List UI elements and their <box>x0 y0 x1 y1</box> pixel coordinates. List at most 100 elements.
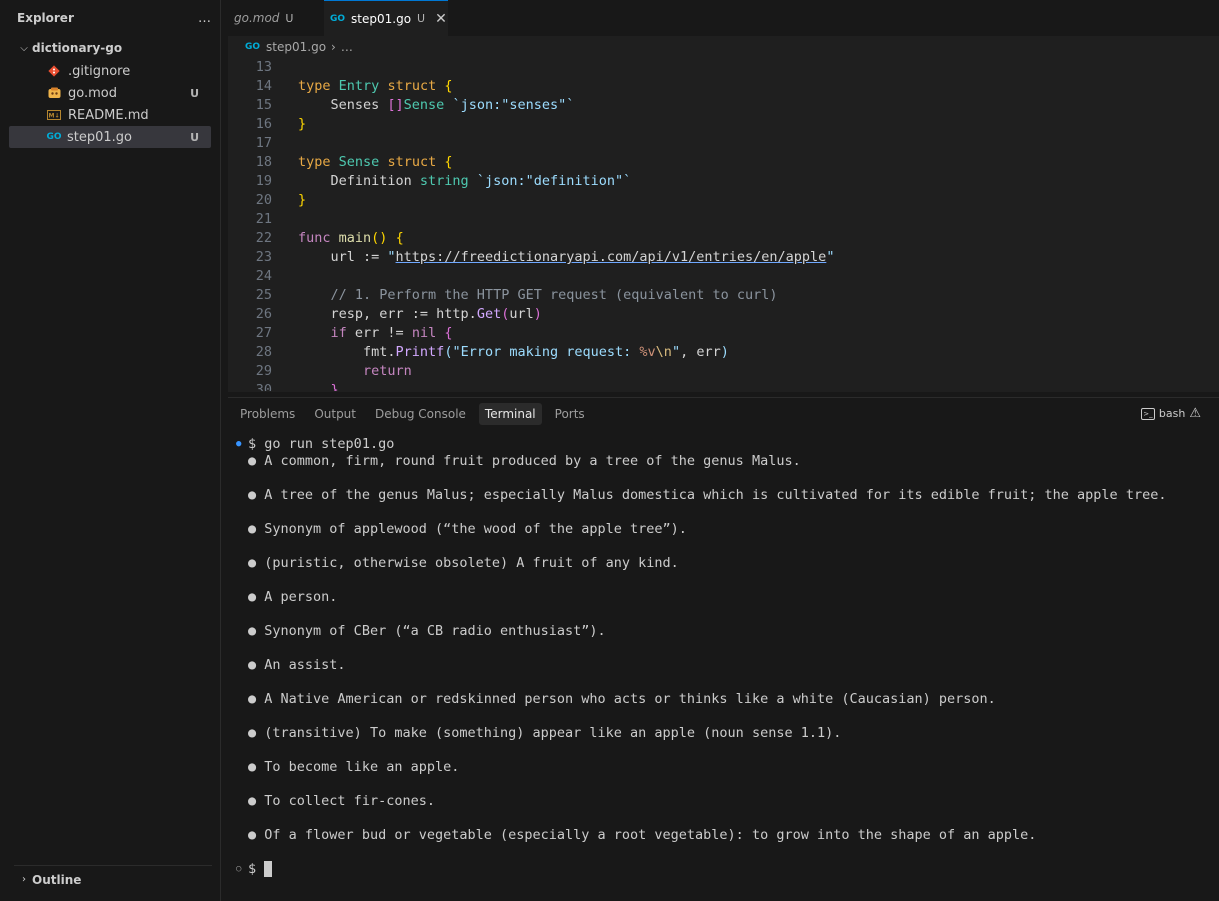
definition-text: Of a flower bud or vegetable (especially… <box>264 827 1037 843</box>
bullet: ● <box>248 657 257 673</box>
code-line: 18 type Sense struct { <box>255 154 453 170</box>
explorer-sidebar: Explorer … ⌵ dictionary-go .gitignore go… <box>0 0 221 901</box>
markdown-icon: M↓ <box>47 108 61 122</box>
tab-go-mod[interactable]: go.mod U <box>228 0 324 36</box>
svg-text:M↓: M↓ <box>49 113 60 120</box>
tab-status-badge: U <box>285 11 294 25</box>
terminal-output[interactable]: ● $ go run step01.go ● A common, firm, ro… <box>236 436 1166 878</box>
definition-line: ● To collect fir-cones. <box>236 793 1166 810</box>
code-editor[interactable]: 13 14 type Entry struct { 15 Senses [] Sen… <box>228 58 1219 391</box>
code-line: 30 } <box>255 382 339 391</box>
code-line: 19 Definition string `json:"definition"` <box>255 173 632 189</box>
warning-icon: ⚠ <box>1189 406 1201 421</box>
gutter <box>236 657 248 674</box>
code-line: 13 <box>255 59 272 75</box>
prompt: $ <box>248 436 257 452</box>
panel-tabbar: Problems Output Debug Console Terminal P… <box>228 398 1219 430</box>
outline-section[interactable]: › Outline <box>14 865 212 893</box>
bullet: ● <box>248 487 257 503</box>
file-item-gitignore[interactable]: .gitignore <box>9 60 211 82</box>
file-item-step01-go[interactable]: GO step01.go U <box>9 126 211 148</box>
terminal-instance[interactable]: >_ bash ⚠ <box>1140 406 1201 421</box>
terminal-prompt-line: ○ $ <box>236 861 1166 878</box>
code-line: 15 Senses [] Sense `json:"senses"` <box>255 97 575 113</box>
definition-text: To become like an apple. <box>264 759 460 775</box>
bottom-panel: Problems Output Debug Console Terminal P… <box>228 397 1219 901</box>
tab-label: step01.go <box>351 11 412 26</box>
code-line: 29 return <box>255 363 412 379</box>
file-name: README.md <box>68 107 149 123</box>
definition-line: ● A common, firm, round fruit produced b… <box>236 453 1166 470</box>
file-name: step01.go <box>67 129 132 145</box>
chevron-down-icon: ⌵ <box>20 42 28 54</box>
definition-line: ● (transitive) To make (something) appea… <box>236 725 1166 742</box>
definition-text: An assist. <box>264 657 346 673</box>
code-line: 17 <box>255 135 272 151</box>
chevron-right-icon: › <box>331 40 336 54</box>
definition-line: ● A Native American or redskinned person… <box>236 691 1166 708</box>
git-status-badge: U <box>190 86 199 100</box>
bullet: ● <box>248 623 257 639</box>
definition-line: ● A person. <box>236 589 1166 606</box>
go-file-icon: GO <box>330 13 346 24</box>
shell-name: bash <box>1158 407 1186 420</box>
tab-debug-console[interactable]: Debug Console <box>369 403 472 425</box>
definition-text: A person. <box>264 589 338 605</box>
file-item-readme[interactable]: M↓ README.md <box>9 104 211 126</box>
definition-line: ● A tree of the genus Malus; especially … <box>236 487 1166 504</box>
file-item-go-mod[interactable]: go.mod U <box>9 82 211 104</box>
breadcrumb-file[interactable]: step01.go <box>266 40 326 54</box>
gutter <box>236 589 248 606</box>
definition-text: (transitive) To make (something) appear … <box>264 725 842 741</box>
gutter <box>236 623 248 640</box>
tab-step01-go[interactable]: GO step01.go U ✕ <box>324 0 448 36</box>
bullet: ● <box>248 555 257 571</box>
definition-line: ● (puristic, otherwise obsolete) A fruit… <box>236 555 1166 572</box>
tab-problems[interactable]: Problems <box>234 403 301 425</box>
tab-status-badge: U <box>417 12 426 25</box>
file-name: go.mod <box>68 85 117 101</box>
command-pending-icon: ○ <box>236 864 242 874</box>
bullet: ● <box>248 793 257 809</box>
code-line: 22 func main() { <box>255 230 404 246</box>
code-line: 16} <box>255 116 307 132</box>
bullet: ● <box>248 453 257 469</box>
code-line: 27 if err != nil { <box>255 325 453 341</box>
bullet: ● <box>248 589 257 605</box>
tab-terminal[interactable]: Terminal <box>478 403 542 425</box>
terminal-icon: >_ <box>1140 407 1155 420</box>
folder-dictionary-go[interactable]: ⌵ dictionary-go <box>0 36 220 60</box>
gutter <box>236 487 248 504</box>
code-line: 28 fmt. Printf("Error making request: %v \… <box>255 344 729 360</box>
more-actions-icon[interactable]: … <box>198 11 212 26</box>
close-icon[interactable]: ✕ <box>435 11 447 27</box>
folder-name: dictionary-go <box>32 41 123 55</box>
definition-text: A tree of the genus Malus; especially Ma… <box>264 487 1167 503</box>
gutter <box>236 725 248 742</box>
file-name: .gitignore <box>68 63 131 79</box>
code-line: 20} <box>255 192 307 208</box>
definition-text: To collect fir-cones. <box>264 793 435 809</box>
gutter <box>236 759 248 776</box>
definition-text: (puristic, otherwise obsolete) A fruit o… <box>264 555 679 571</box>
breadcrumb: GO step01.go › … <box>228 36 1219 58</box>
prompt: $ <box>248 861 257 877</box>
definition-line: ● To become like an apple. <box>236 759 1166 776</box>
gutter <box>236 691 248 708</box>
terminal-cursor <box>264 861 273 877</box>
chevron-right-icon: › <box>22 874 26 885</box>
git-status-badge: U <box>190 130 199 144</box>
gutter <box>236 453 248 470</box>
breadcrumb-symbols[interactable]: … <box>341 40 353 54</box>
bullet: ● <box>248 827 257 843</box>
code-line: 26 resp, err := http. Get(url) <box>255 306 542 322</box>
command-text: go run step01.go <box>264 436 395 452</box>
tab-output[interactable]: Output <box>308 403 362 425</box>
definition-text: Synonym of CBer (“a CB radio enthusiast”… <box>264 623 606 639</box>
tab-ports[interactable]: Ports <box>549 403 591 425</box>
